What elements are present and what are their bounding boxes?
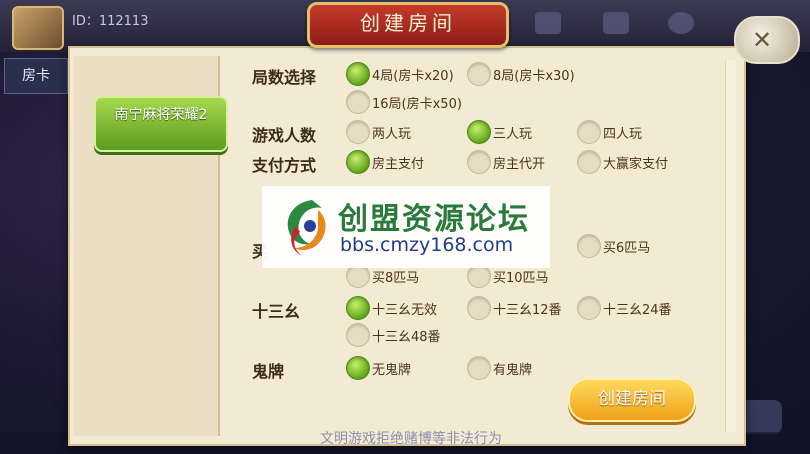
- radio-selected-icon: [346, 150, 370, 174]
- watermark-logo-icon: [287, 200, 326, 256]
- close-icon: ✕: [752, 26, 773, 54]
- watermark: 创盟资源论坛 bbs.cmzy168.com: [262, 186, 550, 268]
- game-button-nanning[interactable]: 南宁麻将荣耀2: [94, 96, 228, 152]
- option-pay-proxy[interactable]: 房主代开: [467, 150, 545, 174]
- label-payment: 支付方式: [252, 156, 317, 175]
- create-room-label: 创建房间: [598, 389, 666, 409]
- avatar[interactable]: [12, 6, 64, 50]
- footer-note: 文明游戏拒绝赌博等非法行为: [320, 431, 502, 447]
- radio-icon: [467, 296, 491, 320]
- radio-selected-icon: [346, 62, 370, 86]
- option-thirteen-48[interactable]: 十三幺48番: [346, 323, 441, 347]
- option-thirteen-24[interactable]: 十三幺24番: [577, 296, 672, 320]
- option-pay-winner[interactable]: 大赢家支付: [577, 150, 668, 174]
- label-rounds: 局数选择: [252, 68, 317, 87]
- radio-selected-icon: [346, 356, 370, 380]
- label-thirteen: 十三幺: [252, 302, 301, 321]
- close-button[interactable]: ✕: [734, 16, 800, 64]
- create-room-button[interactable]: 创建房间: [568, 378, 696, 422]
- option-players-3[interactable]: 三人玩: [467, 120, 532, 144]
- player-id: ID：112113: [72, 14, 149, 29]
- radio-icon: [577, 150, 601, 174]
- option-rounds-4[interactable]: 4局(房卡x20): [346, 62, 454, 86]
- label-ghost: 鬼牌: [252, 362, 285, 381]
- radio-icon: [346, 323, 370, 347]
- option-rounds-8[interactable]: 8局(房卡x30): [467, 62, 575, 86]
- option-pay-owner[interactable]: 房主支付: [346, 150, 424, 174]
- game-list-panel: 南宁麻将荣耀2: [74, 56, 228, 436]
- radio-icon: [577, 120, 601, 144]
- option-thirteen-12[interactable]: 十三幺12番: [467, 296, 562, 320]
- trophy-icon[interactable]: [603, 12, 629, 34]
- radio-icon: [467, 62, 491, 86]
- share-icon[interactable]: [668, 12, 694, 34]
- option-players-2[interactable]: 两人玩: [346, 120, 411, 144]
- option-horse-6[interactable]: 买6匹马: [577, 234, 650, 258]
- game-button-label: 南宁麻将荣耀2: [114, 107, 208, 123]
- radio-selected-icon: [467, 120, 491, 144]
- radio-icon: [467, 150, 491, 174]
- dialog-title: 创建房间: [307, 2, 509, 48]
- scrollbar[interactable]: [725, 60, 736, 432]
- tab-room-card[interactable]: 房卡: [4, 58, 68, 94]
- radio-icon: [467, 356, 491, 380]
- option-players-4[interactable]: 四人玩: [577, 120, 642, 144]
- radio-icon: [577, 296, 601, 320]
- option-no-ghost[interactable]: 无鬼牌: [346, 356, 411, 380]
- option-thirteen-invalid[interactable]: 十三幺无效: [346, 296, 437, 320]
- option-rounds-16[interactable]: 16局(房卡x50): [346, 90, 462, 114]
- option-has-ghost[interactable]: 有鬼牌: [467, 356, 532, 380]
- label-players: 游戏人数: [252, 126, 317, 145]
- radio-icon: [577, 234, 601, 258]
- radio-selected-icon: [346, 296, 370, 320]
- radio-icon: [346, 90, 370, 114]
- radio-icon: [346, 120, 370, 144]
- message-icon[interactable]: [535, 12, 561, 34]
